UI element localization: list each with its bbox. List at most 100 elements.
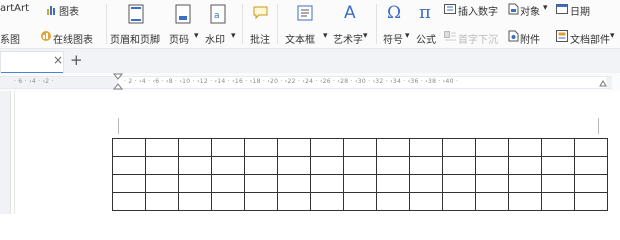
table-cell[interactable] [277,174,311,193]
table-cell[interactable] [145,174,179,193]
table-cell[interactable] [541,156,575,175]
table-cell[interactable] [508,174,542,193]
wordart-dropdown-icon[interactable]: ▾ [363,31,368,41]
symbol-dropdown-icon[interactable]: ▾ [405,31,410,41]
table-cell[interactable] [343,192,377,211]
table-cell[interactable] [112,156,146,175]
table-cell[interactable] [508,138,542,157]
table-cell[interactable] [442,174,476,193]
table-cell[interactable] [541,138,575,157]
table-cell[interactable] [178,138,212,157]
indent-marker-icon[interactable] [112,73,124,93]
table-cell[interactable] [211,192,245,211]
table-cell[interactable] [112,192,146,211]
table-cell[interactable] [178,192,212,211]
date-icon[interactable] [556,4,568,17]
table-cell[interactable] [475,174,509,193]
table-cell[interactable] [178,174,212,193]
table-cell[interactable] [244,174,278,193]
formula-icon[interactable]: π [418,2,436,25]
table-cell[interactable] [310,138,344,157]
table-cell[interactable] [574,156,608,175]
header-footer-icon[interactable] [128,4,144,27]
table-cell[interactable] [310,174,344,193]
table-cell[interactable] [442,138,476,157]
table-cell[interactable] [475,156,509,175]
table-cell[interactable] [310,192,344,211]
table-cell[interactable] [244,138,278,157]
watermark-button[interactable]: 水印 [205,31,225,46]
textbox-dropdown-icon[interactable]: ▾ [323,31,328,41]
object-dropdown-icon[interactable]: ▾ [543,3,548,13]
table-cell[interactable] [409,138,443,157]
object-icon[interactable] [508,3,519,18]
table-cell[interactable] [508,192,542,211]
attachment-button[interactable]: 附件 [520,31,540,46]
insert-number-button[interactable]: 插入数字 [458,3,498,18]
table-cell[interactable] [409,156,443,175]
table-cell[interactable] [112,138,146,157]
date-button[interactable]: 日期 [570,3,590,18]
table-cell[interactable] [409,192,443,211]
page-number-button[interactable]: 页码 [169,31,189,46]
table-cell[interactable] [244,156,278,175]
online-chart-icon[interactable] [40,30,52,45]
header-footer-button[interactable]: 页眉和页脚 [110,31,160,46]
symbol-icon[interactable]: Ω [386,2,404,25]
table-cell[interactable] [310,156,344,175]
comment-icon[interactable] [252,5,270,24]
formula-button[interactable]: 公式 [416,31,436,46]
document-table[interactable] [112,138,608,211]
table-cell[interactable] [343,138,377,157]
table-cell[interactable] [145,192,179,211]
table-cell[interactable] [343,156,377,175]
relation-graph-label[interactable]: 系图 [0,31,20,46]
table-cell[interactable] [211,156,245,175]
table-cell[interactable] [376,138,410,157]
insert-number-icon[interactable] [444,4,456,17]
table-cell[interactable] [343,174,377,193]
table-cell[interactable] [541,174,575,193]
wordart-button[interactable]: 艺术字 [333,31,363,46]
table-cell[interactable] [376,192,410,211]
table-cell[interactable] [178,156,212,175]
vertical-ruler[interactable] [0,91,11,214]
textbox-button[interactable]: 文本框 [285,31,315,46]
new-tab-icon[interactable]: + [70,51,83,69]
table-cell[interactable] [244,192,278,211]
table-cell[interactable] [277,156,311,175]
table-cell[interactable] [211,174,245,193]
table-cell[interactable] [277,192,311,211]
right-indent-marker-icon[interactable] [599,79,607,90]
page-number-dropdown-icon[interactable]: ▾ [194,31,199,41]
close-tab-icon[interactable]: × [53,53,63,67]
comment-button[interactable]: 批注 [250,31,270,46]
doc-parts-button[interactable]: 文档部件 [570,31,610,46]
table-cell[interactable] [574,138,608,157]
table-cell[interactable] [442,192,476,211]
table-cell[interactable] [541,192,575,211]
table-cell[interactable] [376,174,410,193]
watermark-dropdown-icon[interactable]: ▾ [231,31,236,41]
smartart-button-label[interactable]: artArt [0,3,29,14]
table-cell[interactable] [475,192,509,211]
document-tab[interactable]: × [0,51,64,74]
doc-parts-icon[interactable] [556,30,568,45]
chart-button-label[interactable]: 图表 [59,3,79,18]
table-cell[interactable] [508,156,542,175]
table-cell[interactable] [277,138,311,157]
table-cell[interactable] [211,138,245,157]
object-button[interactable]: 对象 [520,3,540,18]
watermark-icon[interactable]: a [210,4,226,27]
table-cell[interactable] [442,156,476,175]
attachment-icon[interactable] [508,30,519,45]
table-cell[interactable] [112,174,146,193]
table-cell[interactable] [409,174,443,193]
symbol-button[interactable]: 符号 [383,31,403,46]
table-cell[interactable] [475,138,509,157]
table-cell[interactable] [145,156,179,175]
table-cell[interactable] [574,192,608,211]
page-number-icon[interactable] [175,4,191,27]
online-chart-button[interactable]: 在线图表 [53,31,93,46]
table-cell[interactable] [574,174,608,193]
